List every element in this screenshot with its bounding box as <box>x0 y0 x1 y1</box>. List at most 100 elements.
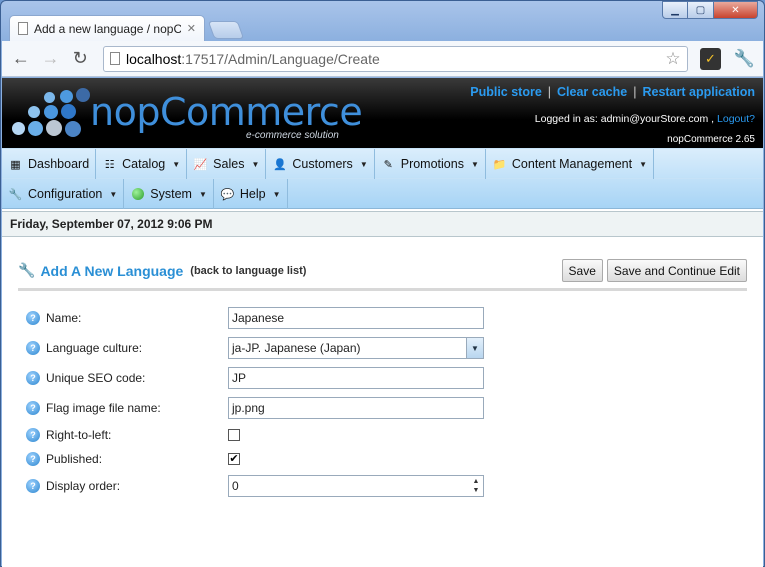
menu-row-2: 🔧 Configuration ▼ System ▼ 💬 Help ▼ <box>2 178 763 209</box>
page-title: Add A New Language <box>40 262 184 279</box>
published-checkbox[interactable]: ✔ <box>228 453 240 465</box>
promotions-icon: ✎ <box>383 158 393 171</box>
sales-chart-icon: 📈 <box>193 158 208 171</box>
bookmark-star-icon[interactable]: ☆ <box>665 49 680 69</box>
save-button[interactable]: Save <box>561 259 603 282</box>
help-icon[interactable]: ? <box>26 371 40 385</box>
page-icon <box>18 22 28 35</box>
wrench-icon: 🔧 <box>18 262 36 278</box>
menu-help[interactable]: 💬 Help ▼ <box>214 179 288 209</box>
chevron-down-icon: ▼ <box>272 189 281 199</box>
browser-window: ▁ ▢ ✕ Add a new language / nopC ✕ ← → ↻ … <box>0 0 765 567</box>
help-icon[interactable]: ? <box>26 401 40 415</box>
content-area: 🔧 Add A New Language (back to language l… <box>2 237 763 501</box>
forward-arrow-icon[interactable]: → <box>38 46 64 72</box>
form-row-flag: ? Flag image file name: jp.png <box>18 393 747 423</box>
chevron-down-icon[interactable]: ▼ <box>466 338 483 358</box>
nopcommerce-logo[interactable]: nopCommerce e-commerce solution <box>10 86 363 144</box>
form-row-seo: ? Unique SEO code: JP <box>18 363 747 393</box>
name-input[interactable]: Japanese <box>228 307 484 329</box>
order-label: Display order: <box>46 479 121 493</box>
public-store-link[interactable]: Public store <box>470 85 542 99</box>
logo-dots-icon <box>10 88 90 144</box>
login-info: Logged in as: admin@yourStore.com , Logo… <box>535 113 755 125</box>
menu-content-management[interactable]: 📁 Content Management ▼ <box>486 149 655 179</box>
dashboard-icon: ▦ <box>10 158 21 171</box>
help-icon[interactable]: ? <box>26 479 40 493</box>
help-chat-icon: 💬 <box>220 188 235 201</box>
seo-label: Unique SEO code: <box>46 371 146 385</box>
help-icon[interactable]: ? <box>26 452 40 466</box>
language-culture-select[interactable]: ja-JP. Japanese (Japan) ▼ <box>228 337 484 359</box>
version-text: nopCommerce 2.65 <box>667 134 755 145</box>
chevron-down-icon: ▼ <box>470 159 479 169</box>
culture-value: ja-JP. Japanese (Japan) <box>232 341 361 355</box>
reload-icon[interactable]: ↻ <box>67 46 93 72</box>
chevron-down-icon: ▼ <box>359 159 368 169</box>
wrench-menu-icon[interactable]: 🔧 <box>731 46 757 72</box>
clear-cache-link[interactable]: Clear cache <box>557 85 627 99</box>
chevron-down-icon: ▼ <box>251 159 260 169</box>
help-icon[interactable]: ? <box>26 428 40 442</box>
help-icon[interactable]: ? <box>26 311 40 325</box>
browser-toolbar: ← → ↻ localhost:17517/Admin/Language/Cre… <box>2 41 763 77</box>
save-continue-button[interactable]: Save and Continue Edit <box>606 259 747 282</box>
page-icon <box>110 52 121 65</box>
name-label: Name: <box>46 311 82 325</box>
folder-icon: 📁 <box>492 158 507 171</box>
tab-close-icon[interactable]: ✕ <box>187 22 196 35</box>
flag-image-input[interactable]: jp.png <box>228 397 484 419</box>
form-row-order: ? Display order: 0 ▲ ▼ <box>18 471 747 501</box>
menu-sales[interactable]: 📈 Sales ▼ <box>187 149 267 179</box>
minimize-icon[interactable]: ▁ <box>662 1 688 19</box>
back-arrow-icon[interactable]: ← <box>8 46 34 72</box>
system-icon <box>130 187 145 201</box>
flag-label: Flag image file name: <box>46 401 161 415</box>
form-row-rtl: ? Right-to-left: <box>18 423 747 447</box>
menu-configuration[interactable]: 🔧 Configuration ▼ <box>2 179 125 209</box>
admin-menu: ▦ Dashboard ☷ Catalog ▼ 📈 Sales ▼ 👤 Cust… <box>2 148 763 209</box>
extension-icon[interactable]: ✓ <box>699 47 722 70</box>
display-order-value: 0 <box>232 479 239 493</box>
menu-dashboard[interactable]: ▦ Dashboard <box>2 149 97 179</box>
language-form: ? Name: Japanese ? Language culture: ja-… <box>18 303 747 501</box>
page-viewport: nopCommerce e-commerce solution Public s… <box>2 78 763 567</box>
url-host: localhost <box>126 50 182 67</box>
tab-strip: Add a new language / nopC ✕ <box>9 15 245 41</box>
catalog-icon: ☷ <box>104 158 115 171</box>
menu-catalog[interactable]: ☷ Catalog ▼ <box>96 149 188 179</box>
maximize-icon[interactable]: ▢ <box>688 1 714 19</box>
back-to-list-link[interactable]: (back to language list) <box>190 265 306 277</box>
address-bar[interactable]: localhost:17517/Admin/Language/Create ☆ <box>103 45 688 72</box>
logged-in-text: Logged in as: admin@yourStore.com , <box>534 113 715 125</box>
published-label: Published: <box>46 452 103 466</box>
menu-row-1: ▦ Dashboard ☷ Catalog ▼ 📈 Sales ▼ 👤 Cust… <box>2 148 763 179</box>
menu-system[interactable]: System ▼ <box>124 179 214 209</box>
form-row-name: ? Name: Japanese <box>18 303 747 333</box>
rtl-checkbox[interactable] <box>228 429 240 441</box>
date-bar: Friday, September 07, 2012 9:06 PM <box>2 211 763 237</box>
menu-promotions[interactable]: ✎ Promotions ▼ <box>375 149 486 179</box>
admin-header: nopCommerce e-commerce solution Public s… <box>2 78 763 148</box>
logout-link[interactable]: Logout? <box>717 113 755 125</box>
header-links: Public store | Clear cache | Restart app… <box>470 85 755 99</box>
rtl-label: Right-to-left: <box>46 428 112 442</box>
help-icon[interactable]: ? <box>26 341 40 355</box>
logo-tagline: e-commerce solution <box>246 130 339 141</box>
restart-application-link[interactable]: Restart application <box>642 85 755 99</box>
form-row-published: ? Published: ✔ <box>18 447 747 471</box>
new-tab-button[interactable] <box>207 21 245 39</box>
culture-label: Language culture: <box>46 341 143 355</box>
browser-tab[interactable]: Add a new language / nopC ✕ <box>9 15 205 41</box>
wrench-icon: 🔧 <box>8 188 23 201</box>
menu-customers[interactable]: 👤 Customers ▼ <box>266 149 375 179</box>
spinner-arrows-icon[interactable]: ▲ ▼ <box>469 476 483 496</box>
customer-icon: 👤 <box>273 158 287 171</box>
form-row-culture: ? Language culture: ja-JP. Japanese (Jap… <box>18 333 747 363</box>
seo-code-input[interactable]: JP <box>228 367 484 389</box>
display-order-input[interactable]: 0 ▲ ▼ <box>228 475 484 497</box>
chevron-down-icon: ▼ <box>639 159 648 169</box>
chevron-down-icon: ▼ <box>198 189 207 199</box>
close-icon[interactable]: ✕ <box>714 1 758 19</box>
logo-text: nopCommerce <box>90 90 363 134</box>
